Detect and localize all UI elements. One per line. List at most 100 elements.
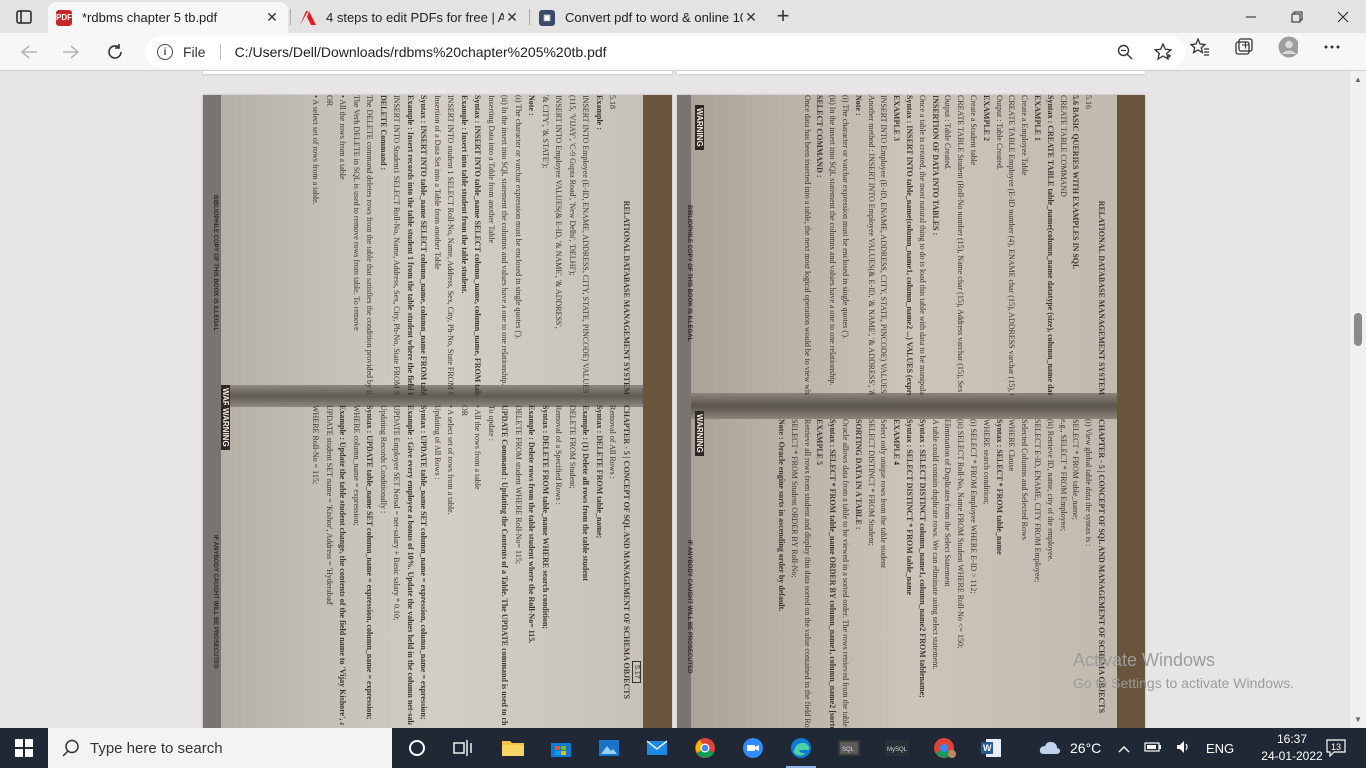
footer-text: BIBLIOPHILE COPY OF THIS BOOK IS ILLEGAL: [212, 195, 218, 332]
book-text-line: 5.16: [1084, 95, 1094, 109]
tab-strip: PDF *rdbms chapter 5 tb.pdf ✕ 4 steps to…: [0, 0, 1366, 33]
book-text-line: EXAMPLE 3: [892, 95, 902, 141]
vertical-scrollbar[interactable]: ▲ ▼: [1350, 71, 1366, 728]
add-favorite-icon[interactable]: [1153, 42, 1173, 62]
restore-button[interactable]: [1274, 0, 1320, 33]
text-lines: 5.16 5.6 BASIC QUERIES WITH EXAMPLES IN S…: [800, 95, 1094, 395]
toolbar-actions: [1190, 36, 1342, 58]
book-text-line: INSERT INTO Employee (E-ID, ENAME, ADDRE…: [581, 95, 591, 394]
book-text-line: Insertion of a Data Set into a Table fro…: [433, 95, 442, 270]
book-text-line: Once data has been inserted into a table…: [802, 95, 812, 395]
collections-icon[interactable]: [1234, 37, 1254, 57]
word-button[interactable]: W: [968, 728, 1014, 768]
new-tab-button[interactable]: +: [770, 5, 796, 29]
pdf-viewer[interactable]: RELATIONAL DATABASE MANAGEMENT SYSTEM 5.…: [0, 71, 1366, 728]
system-tray: ENG: [1118, 728, 1234, 768]
book-text-line: Updating Records Conditionally :: [379, 405, 388, 514]
book-text-line: • All the rows from a table: [338, 95, 348, 180]
volume-icon[interactable]: [1176, 740, 1192, 757]
clock[interactable]: 16:37 24-01-2022: [1255, 731, 1329, 765]
language-indicator[interactable]: ENG: [1206, 741, 1234, 756]
scroll-up-icon[interactable]: ▲: [1354, 75, 1362, 84]
watermark-subtitle: Go to Settings to activate Windows.: [1073, 675, 1294, 691]
address-actions: [1115, 42, 1173, 62]
footer-text: IF ANYBODY CAUGHT WILL BE PROSECUTED: [212, 535, 218, 669]
taskbar-search[interactable]: Type here to search: [48, 728, 392, 768]
start-button[interactable]: [0, 728, 48, 768]
back-button[interactable]: [14, 37, 44, 67]
mail-button[interactable]: [634, 728, 680, 768]
previous-page-bottom: [203, 71, 672, 74]
book-text-line: INSERT INTO student 1 SELECT Roll-No, Na…: [446, 95, 456, 395]
book-text-line: DELETE Command :: [379, 95, 388, 171]
tab-converter[interactable]: ▣ Convert pdf to word & online 10 ✕: [531, 2, 767, 33]
book-text-line: CREATE TABLE Employee (E-ID number (4), …: [1007, 95, 1017, 395]
back-arrow-icon: [20, 45, 37, 59]
warning-label: WARNING: [682, 105, 727, 150]
book-text-line: OR: [460, 405, 469, 417]
book-text-line: CHAPTER - 5 | CONCEPT OF SQL AND MANAGEM…: [622, 405, 631, 700]
book-text-line: SELECT * FROM Student ORDER BY Roll-No;: [789, 419, 799, 578]
notification-button[interactable]: 13: [1325, 737, 1347, 759]
mysql-button[interactable]: MySQL: [874, 728, 920, 768]
book-text-line: SELECT COMMAND :: [815, 95, 825, 178]
footer-warning: IF ANYBODY CAUGHT WILL BE PROSECUTED: [682, 540, 816, 674]
profile-avatar[interactable]: [1278, 36, 1298, 58]
book-text-line: Syntax : DELETE FROM table_name WHERE se…: [541, 405, 550, 629]
more-menu-icon[interactable]: [1322, 37, 1342, 57]
cortana-icon: [409, 740, 425, 756]
forward-button[interactable]: [56, 37, 86, 67]
book-text-line: (ii) In the insert into SQL statement th…: [500, 95, 510, 386]
minimize-button[interactable]: [1228, 0, 1274, 33]
book-text-line: Example : Give every employee a bonus of…: [406, 405, 415, 725]
store-button[interactable]: [538, 728, 584, 768]
store-icon: [551, 743, 571, 757]
zoom-icon[interactable]: [1115, 42, 1135, 62]
windows-icon: [15, 739, 33, 757]
close-window-button[interactable]: [1320, 0, 1366, 33]
refresh-button[interactable]: [100, 37, 130, 67]
tab-actions-button[interactable]: [8, 4, 40, 30]
book-text-line: Note :: [853, 95, 863, 116]
book-text-line: Output : Table Created.: [994, 95, 1004, 170]
warning-text: WARNING: [695, 411, 704, 456]
weather-widget[interactable]: 26°C: [1038, 728, 1101, 768]
chrome-button[interactable]: [682, 728, 728, 768]
cortana-button[interactable]: [394, 728, 440, 768]
book-text-line: • All the rows from a table: [473, 405, 483, 490]
book-text-line: Elimination of Duplicates from the Selec…: [943, 419, 953, 587]
running-header: RELATIONAL DATABASE MANAGEMENT SYSTEM: [1097, 200, 1106, 395]
search-placeholder: Type here to search: [90, 739, 223, 757]
chevron-up-icon[interactable]: [1118, 741, 1130, 756]
close-tab-icon[interactable]: ✕: [504, 9, 520, 26]
favorites-icon[interactable]: [1190, 37, 1210, 57]
edge-button[interactable]: [778, 728, 824, 768]
book-text-line: (i) The character or varchar expression …: [514, 95, 523, 340]
book-text-line: Example : Delete rows from the table stu…: [527, 405, 537, 644]
tab-adobe[interactable]: 4 steps to edit PDFs for free | Ad ✕: [292, 2, 528, 33]
url-text[interactable]: C:/Users/Dell/Downloads/rdbms%20chapter%…: [235, 44, 607, 60]
chrome-profile-button[interactable]: [922, 728, 968, 768]
book-text-line: Another method : INSERT INTO Employee VA…: [866, 95, 876, 395]
tab-title: Convert pdf to word & online 10: [565, 10, 743, 25]
file-explorer-button[interactable]: [490, 728, 536, 768]
svg-text:SQL: SQL: [842, 747, 855, 753]
scroll-thumb[interactable]: [1354, 313, 1362, 346]
edge-icon: [791, 738, 811, 758]
photos-button[interactable]: [586, 728, 632, 768]
book-text-line: OR: [325, 95, 334, 107]
book-photo: RELATIONAL DATABASE MANAGEMENT SYSTEM 5.…: [203, 95, 672, 728]
close-tab-icon[interactable]: ✕: [743, 9, 759, 26]
word-icon: W: [981, 739, 1001, 757]
book-text-line: Selected Columns and Selected Rows: [1020, 419, 1030, 540]
zoom-app-button[interactable]: [730, 728, 776, 768]
task-view-button[interactable]: [440, 728, 486, 768]
info-icon[interactable]: i: [157, 44, 173, 60]
scroll-down-icon[interactable]: ▼: [1354, 715, 1362, 724]
sql-app-button[interactable]: SQL: [826, 728, 872, 768]
book-text-line: Syntax : UPDATE table_name SET column_na…: [365, 405, 375, 720]
battery-icon[interactable]: [1144, 741, 1162, 756]
address-bar[interactable]: i File C:/Users/Dell/Downloads/rdbms%20c…: [145, 36, 1185, 68]
close-tab-icon[interactable]: ✕: [264, 9, 280, 26]
tab-pdf[interactable]: PDF *rdbms chapter 5 tb.pdf ✕: [48, 2, 288, 33]
